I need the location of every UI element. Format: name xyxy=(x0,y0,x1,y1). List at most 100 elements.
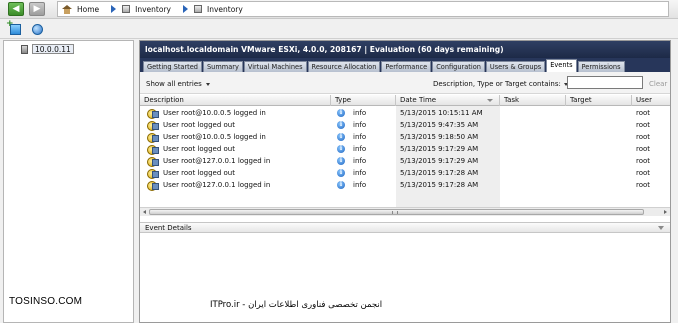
tree-item-host[interactable]: 10.0.0.11 xyxy=(32,44,74,54)
tab-events[interactable]: Events xyxy=(546,59,577,72)
user-event-icon xyxy=(147,109,159,119)
event-description: User root@127.0.0.1 logged in xyxy=(163,181,271,189)
breadcrumb-separator-icon[interactable] xyxy=(111,5,117,13)
event-type: info xyxy=(353,169,367,177)
event-details-panel[interactable]: Event Details xyxy=(140,222,670,233)
event-description: User root@10.0.0.5 logged in xyxy=(163,109,266,117)
user-event-icon xyxy=(147,121,159,131)
event-description: User root logged out xyxy=(163,145,235,153)
home-icon[interactable] xyxy=(62,4,72,14)
tab-configuration[interactable]: Configuration xyxy=(432,61,485,72)
event-description: User root logged out xyxy=(163,169,235,177)
tab-users-groups[interactable]: Users & Groups xyxy=(485,61,546,72)
event-type: info xyxy=(353,109,367,117)
user-event-icon xyxy=(147,169,159,179)
info-icon: i xyxy=(337,133,345,141)
table-row[interactable]: User root logged out i info 5/13/2015 9:… xyxy=(140,119,670,131)
filter-field-label: Description, Type or Target contains: xyxy=(433,80,561,88)
event-user: root xyxy=(636,169,651,177)
inventory-icon xyxy=(122,5,131,13)
table-row[interactable]: User root@127.0.0.1 logged in i info 5/1… xyxy=(140,179,670,191)
table-row[interactable]: User root@10.0.0.5 logged in i info 5/13… xyxy=(140,107,670,119)
chevron-down-icon xyxy=(205,82,210,86)
event-details-title: Event Details xyxy=(145,224,192,232)
chevron-down-icon[interactable] xyxy=(658,226,664,230)
navigation-bar: ◀ ▶ Home Inventory Inventory xyxy=(0,0,678,19)
column-header-date-time-label: Date Time xyxy=(400,96,437,104)
tab-getting-started[interactable]: Getting Started xyxy=(143,61,202,72)
column-header-type[interactable]: Type xyxy=(331,95,396,106)
event-datetime: 5/13/2015 9:17:29 AM xyxy=(400,145,479,153)
add-host-icon[interactable] xyxy=(6,19,21,35)
event-type: info xyxy=(353,121,367,129)
info-icon: i xyxy=(337,169,345,177)
scroll-left-icon[interactable] xyxy=(143,210,146,214)
event-description: User root@127.0.0.1 logged in xyxy=(163,157,271,165)
event-user: root xyxy=(636,121,651,129)
sort-descending-icon xyxy=(487,99,493,102)
event-datetime: 5/13/2015 9:17:28 AM xyxy=(400,181,479,189)
breadcrumb-separator-icon[interactable] xyxy=(182,5,188,13)
info-icon: i xyxy=(337,157,345,165)
event-user: root xyxy=(636,133,651,141)
breadcrumb: Home Inventory Inventory xyxy=(57,1,669,17)
inventory-tree: 10.0.0.11 xyxy=(3,40,134,323)
show-entries-label: Show all entries xyxy=(146,80,202,88)
event-user: root xyxy=(636,145,651,153)
event-user: root xyxy=(636,157,651,165)
user-event-icon xyxy=(147,181,159,191)
inventory-icon xyxy=(193,5,202,13)
host-icon xyxy=(21,45,28,54)
back-button[interactable]: ◀ xyxy=(8,2,24,16)
table-row[interactable]: User root logged out i info 5/13/2015 9:… xyxy=(140,143,670,155)
back-arrow-icon: ◀ xyxy=(12,4,20,14)
table-row[interactable]: User root@10.0.0.5 logged in i info 5/13… xyxy=(140,131,670,143)
info-icon: i xyxy=(337,181,345,189)
user-event-icon xyxy=(147,157,159,167)
watermark-left: TOSINSO.COM xyxy=(9,296,83,307)
event-description: User root@10.0.0.5 logged in xyxy=(163,133,266,141)
host-title: localhost.localdomain VMware ESXi, 4.0.0… xyxy=(140,41,670,58)
event-type: info xyxy=(353,181,367,189)
toolbar xyxy=(0,19,678,39)
info-icon: i xyxy=(337,121,345,129)
grip-icon xyxy=(392,211,398,214)
column-header-description[interactable]: Description xyxy=(140,95,331,106)
scroll-right-icon[interactable] xyxy=(664,210,667,214)
column-header-user[interactable]: User xyxy=(632,95,670,106)
tab-permissions[interactable]: Permissions xyxy=(577,61,625,72)
tab-performance[interactable]: Performance xyxy=(381,61,432,72)
event-datetime: 5/13/2015 9:47:35 AM xyxy=(400,121,479,129)
event-datetime: 5/13/2015 9:17:28 AM xyxy=(400,169,479,177)
tab-virtual-machines[interactable]: Virtual Machines xyxy=(243,61,307,72)
event-user: root xyxy=(636,109,651,117)
column-header-task[interactable]: Task xyxy=(500,95,566,106)
event-description: User root logged out xyxy=(163,121,235,129)
filter-input[interactable] xyxy=(567,76,643,89)
breadcrumb-inventory-current[interactable]: Inventory xyxy=(207,5,243,14)
filter-bar: Show all entries Description, Type or Ta… xyxy=(140,72,670,94)
forward-button[interactable]: ▶ xyxy=(29,2,45,16)
column-header-date-time[interactable]: Date Time xyxy=(396,95,500,106)
column-header-target[interactable]: Target xyxy=(566,95,632,106)
filter-field-dropdown[interactable]: Description, Type or Target contains: xyxy=(433,80,568,88)
scrollbar-thumb[interactable] xyxy=(149,209,644,215)
event-type: info xyxy=(353,145,367,153)
breadcrumb-inventory[interactable]: Inventory xyxy=(135,5,171,14)
table-row[interactable]: User root@127.0.0.1 logged in i info 5/1… xyxy=(140,155,670,167)
refresh-icon[interactable] xyxy=(32,24,43,35)
event-datetime: 5/13/2015 9:18:50 AM xyxy=(400,133,479,141)
user-event-icon xyxy=(147,145,159,155)
show-entries-dropdown[interactable]: Show all entries xyxy=(146,80,210,88)
clear-button[interactable]: Clear xyxy=(649,80,667,88)
breadcrumb-home[interactable]: Home xyxy=(77,5,99,14)
tab-summary[interactable]: Summary xyxy=(202,61,243,72)
horizontal-scrollbar[interactable] xyxy=(140,207,670,216)
event-type: info xyxy=(353,133,367,141)
event-datetime: 5/13/2015 9:17:29 AM xyxy=(400,157,479,165)
forward-arrow-icon: ▶ xyxy=(33,4,41,14)
events-table: Description Type Date Time Task Target U… xyxy=(140,95,670,207)
table-row[interactable]: User root logged out i info 5/13/2015 9:… xyxy=(140,167,670,179)
tab-resource-allocation[interactable]: Resource Allocation xyxy=(307,61,381,72)
event-user: root xyxy=(636,181,651,189)
